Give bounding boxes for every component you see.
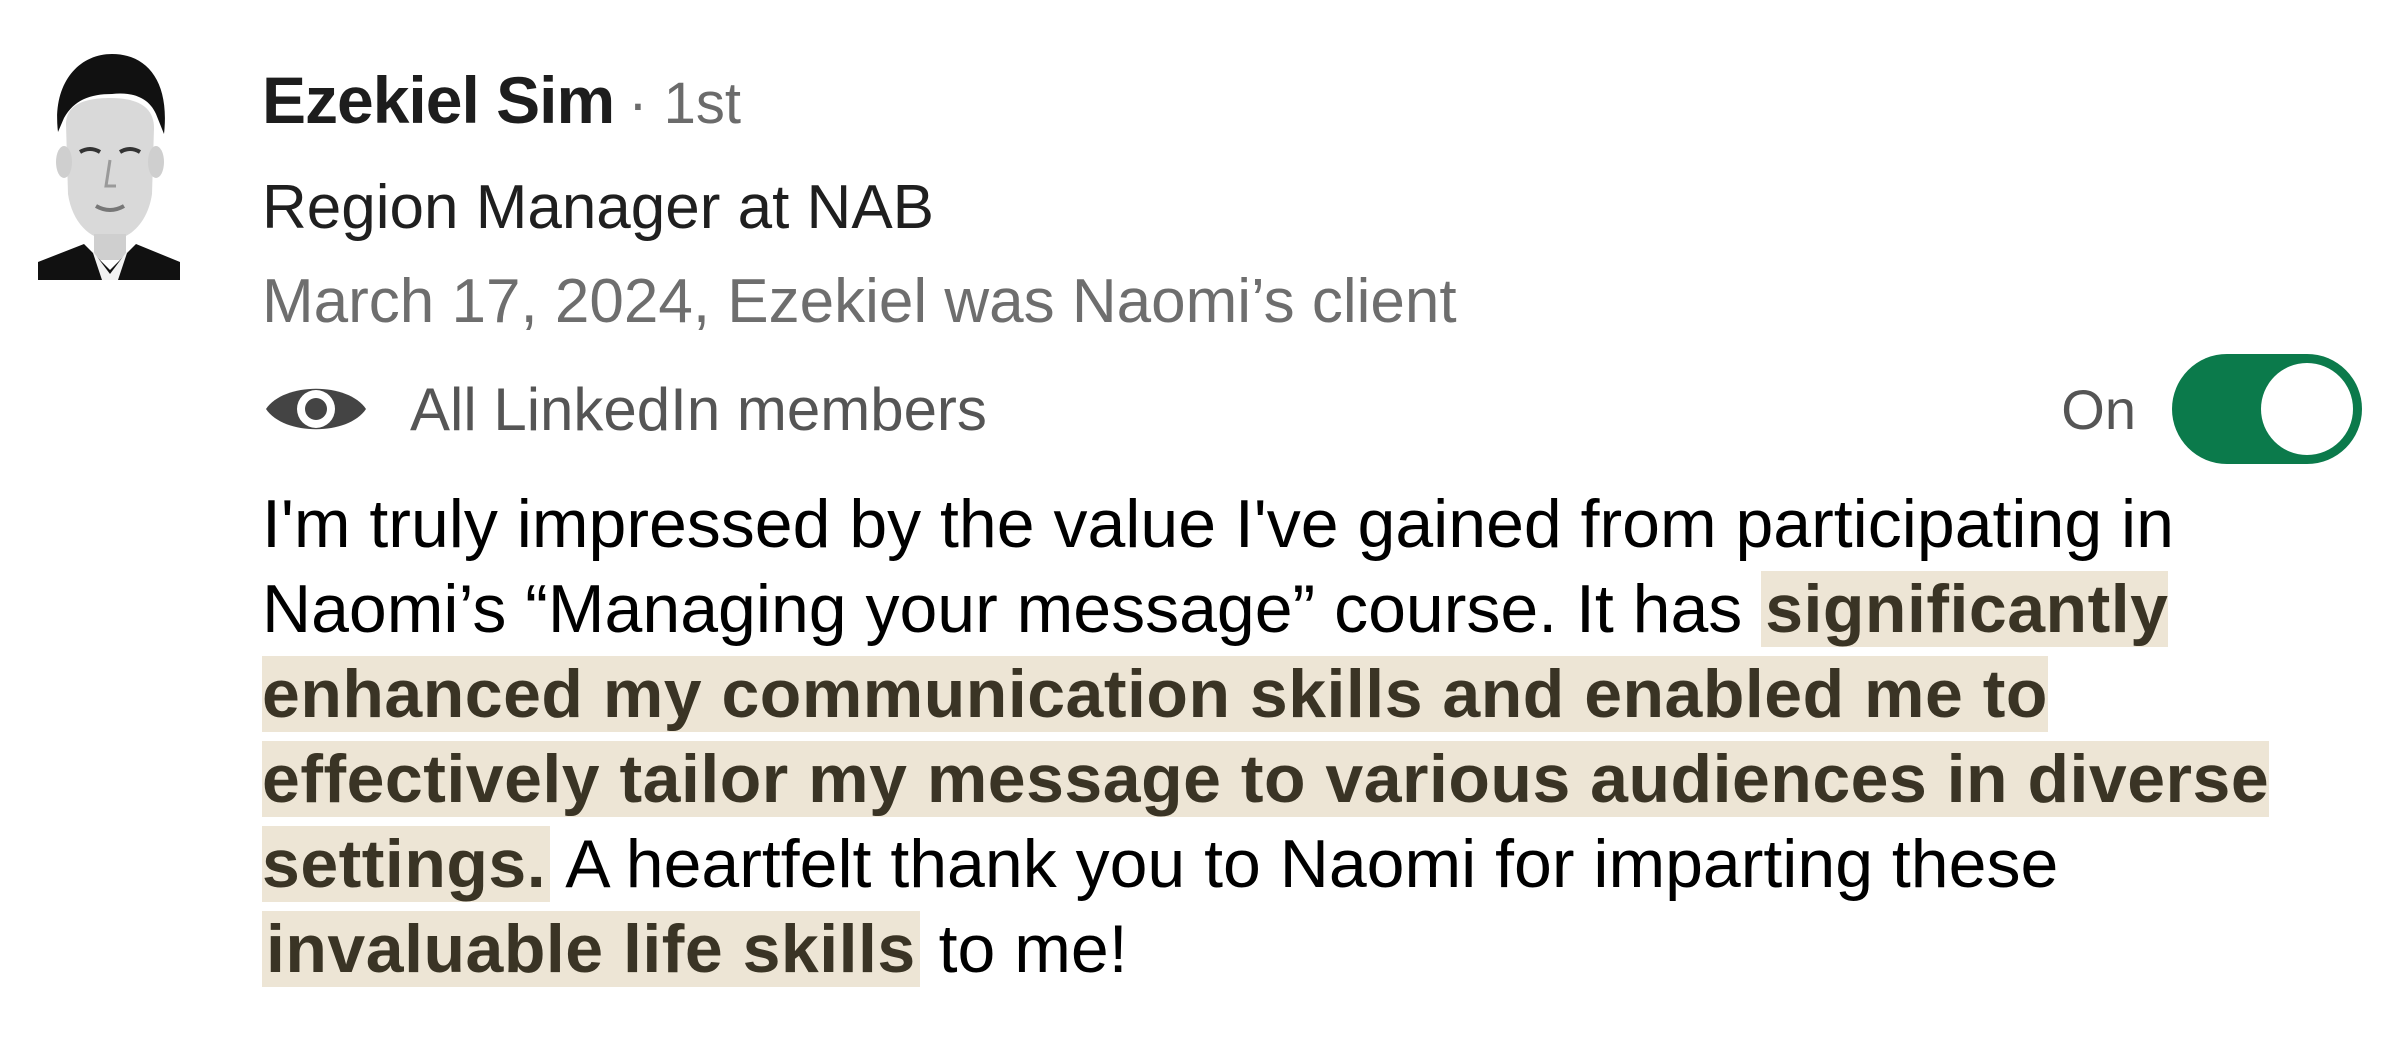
- highlighted-phrase-2: invaluable life skills: [262, 911, 920, 987]
- profile-photo-icon: [38, 54, 180, 280]
- eye-icon: [266, 388, 366, 430]
- connection-degree: · 1st: [628, 71, 742, 136]
- toggle-knob: [2261, 363, 2353, 455]
- name-row: Ezekiel Sim · 1st: [262, 62, 741, 142]
- visibility-label: All LinkedIn members: [410, 375, 987, 443]
- recommendation-text: I'm truly impressed by the value I've ga…: [262, 482, 2362, 992]
- toggle-state-label: On: [2061, 377, 2136, 441]
- visibility-row: All LinkedIn members On: [262, 354, 2362, 464]
- visibility-toggle-group: On: [2061, 354, 2362, 464]
- recommender-headline: Region Manager at NAB: [262, 173, 935, 242]
- recommendation-meta: March 17, 2024, Ezekiel was Naomi’s clie…: [262, 267, 1457, 336]
- recommendation-text-part-3: to me!: [919, 911, 1128, 987]
- recommender-name[interactable]: Ezekiel Sim: [262, 62, 615, 138]
- visibility-toggle[interactable]: [2172, 354, 2362, 464]
- avatar[interactable]: [38, 44, 180, 280]
- recommendation-text-part-2: A heartfelt thank you to Naomi for impar…: [550, 826, 2059, 902]
